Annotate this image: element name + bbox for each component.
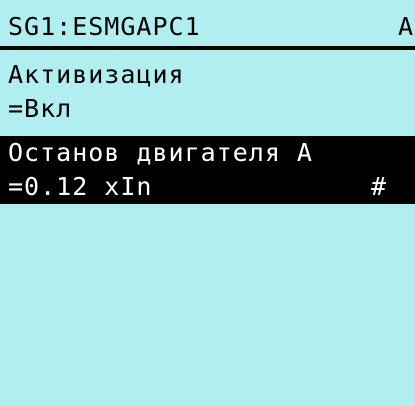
parameter-value-row: =0.12 xIn # bbox=[0, 170, 415, 204]
lcd-screen: SG1:ESMGAPC1 A Активизация =Вкл Останов … bbox=[0, 0, 415, 406]
parameter-activation[interactable]: Активизация =Вкл bbox=[0, 58, 415, 126]
parameter-name: Активизация bbox=[8, 60, 185, 89]
page-title: SG1:ESMGAPC1 bbox=[8, 12, 201, 41]
title-suffix: A bbox=[397, 12, 413, 41]
edit-marker: # bbox=[370, 172, 387, 201]
parameter-name: Останов двигателя A bbox=[8, 138, 313, 167]
title-divider bbox=[0, 46, 415, 50]
parameter-motor-stop[interactable]: Останов двигателя A =0.12 xIn # bbox=[0, 136, 415, 204]
parameter-value: =0.12 xIn bbox=[8, 172, 153, 201]
title-bar: SG1:ESMGAPC1 A bbox=[0, 0, 415, 50]
parameter-value: =Вкл bbox=[8, 94, 73, 123]
